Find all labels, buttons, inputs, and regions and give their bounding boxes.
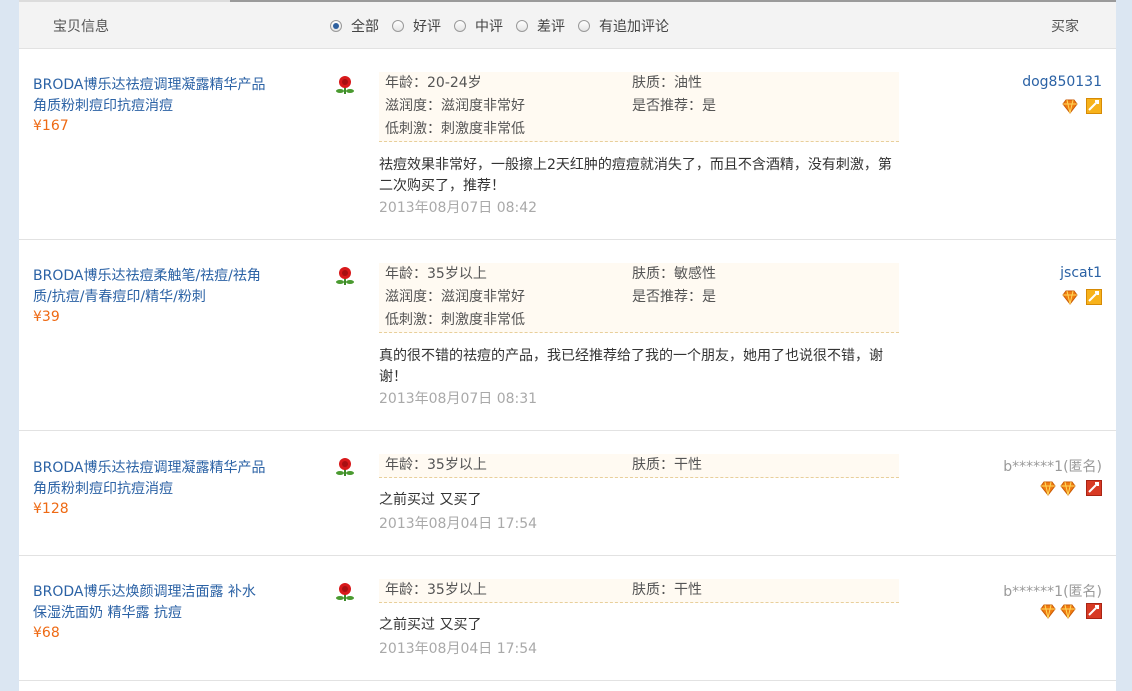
review-row: BRODA博乐达祛痘调理凝露精华产品角质粉刺痘印抗痘消痘 ¥128 年龄：35岁… [19,431,1116,556]
flower-icon [336,267,354,285]
buyer-header: 买家 [1051,19,1079,35]
attr-recommend: 是否推荐：是 [632,289,716,305]
attr-age: 年龄：20-24岁 [385,75,482,91]
buyer-name-anonymous: b******1(匿名) [1003,459,1102,475]
review-date: 2013年08月07日 08:31 [379,391,538,407]
product-price: ¥167 [33,118,69,134]
product-title-link[interactable]: BRODA博乐达祛痘柔触笔/祛痘/祛角质/抗痘/青春痘印/精华/粉刺 [33,266,269,308]
diamond-heart-icon [1040,481,1056,496]
review-attributes: 年龄：35岁以上 肤质：干性 [379,454,899,478]
product-info-header: 宝贝信息 [53,19,109,35]
review-comment: 真的很不错的祛痘的产品，我已经推荐给了我的一个朋友，她用了也说很不错，谢谢！ [379,348,883,385]
diamond-heart-icon [1060,604,1076,619]
review-comment: 祛痘效果非常好，一般擦上2天红肿的痘痘就消失了，而且不含酒精，没有刺激，第二次购… [379,157,892,194]
buyer-name-link[interactable]: jscat1 [1060,265,1102,281]
review-date: 2013年08月07日 08:42 [379,200,538,216]
vip-red-icon[interactable] [1086,480,1102,496]
review-row: BRODA博乐达焕颜调理洁面露 补水保湿洗面奶 精华露 抗痘 ¥68 年龄：35… [19,556,1116,681]
attr-age: 年龄：35岁以上 [385,457,487,473]
review-row: BRODA博乐达祛痘柔触笔/祛痘/祛角质/抗痘/青春痘印/精华/粉刺 ¥39 年… [19,240,1116,431]
buyer-badges [1040,480,1102,496]
product-price: ¥128 [33,501,69,517]
radio-selected-icon[interactable] [330,20,342,32]
diamond-heart-icon [1060,481,1076,496]
review-row: BRODA博乐达祛痘调理凝露精华产品角质粉刺痘印抗痘消痘 ¥167 年龄：20-… [19,49,1116,240]
product-title-link[interactable]: BRODA博乐达焕颜调理洁面露 补水保湿洗面奶 精华露 抗痘 [33,582,269,624]
radio-icon[interactable] [516,20,528,32]
review-comment: 之前买过 又买了 [379,492,482,508]
radio-icon[interactable] [392,20,404,32]
product-price: ¥39 [33,309,60,325]
radio-icon[interactable] [454,20,466,32]
review-attributes: 年龄：35岁以上 肤质：干性 [379,579,899,603]
diamond-heart-icon [1062,99,1078,114]
buyer-badges [1062,98,1102,114]
attr-skin: 肤质：油性 [632,75,702,91]
buyer-name-anonymous: b******1(匿名) [1003,584,1102,600]
attr-irritation: 低刺激：刺激度非常低 [385,312,525,328]
flower-icon [336,583,354,601]
review-comment: 之前买过 又买了 [379,617,482,633]
reviews-panel: 宝贝信息 全部 好评 中评 差评 有追加评论 买家 BRODA博乐达祛痘调理凝露… [19,0,1116,691]
radio-icon[interactable] [578,20,590,32]
review-attributes: 年龄：35岁以上 肤质：敏感性 滋润度：滋润度非常好 是否推荐：是 低刺激：刺激… [379,263,899,333]
review-date: 2013年08月04日 17:54 [379,516,538,532]
buyer-badges [1062,289,1102,305]
diamond-heart-icon [1040,604,1056,619]
attr-recommend: 是否推荐：是 [632,98,716,114]
product-price: ¥68 [33,625,60,641]
vip-gold-icon[interactable] [1086,289,1102,305]
product-title-link[interactable]: BRODA博乐达祛痘调理凝露精华产品角质粉刺痘印抗痘消痘 [33,458,269,500]
review-date: 2013年08月04日 17:54 [379,641,538,657]
flower-icon [336,76,354,94]
attr-skin: 肤质：干性 [632,582,702,598]
attr-irritation: 低刺激：刺激度非常低 [385,121,525,137]
attr-skin: 肤质：干性 [632,457,702,473]
attr-age: 年龄：35岁以上 [385,266,487,282]
vip-red-icon[interactable] [1086,603,1102,619]
attr-moisture: 滋润度：滋润度非常好 [385,289,525,305]
flower-icon [336,458,354,476]
diamond-heart-icon [1062,290,1078,305]
reviews-header: 宝贝信息 全部 好评 中评 差评 有追加评论 买家 [19,2,1116,49]
attr-age: 年龄：35岁以上 [385,582,487,598]
attr-skin: 肤质：敏感性 [632,266,716,282]
buyer-badges [1040,603,1102,619]
review-attributes: 年龄：20-24岁 肤质：油性 滋润度：滋润度非常好 是否推荐：是 低刺激：刺激… [379,72,899,142]
product-title-link[interactable]: BRODA博乐达祛痘调理凝露精华产品角质粉刺痘印抗痘消痘 [33,75,269,117]
vip-gold-icon[interactable] [1086,98,1102,114]
attr-moisture: 滋润度：滋润度非常好 [385,98,525,114]
buyer-name-link[interactable]: dog850131 [1022,74,1102,90]
